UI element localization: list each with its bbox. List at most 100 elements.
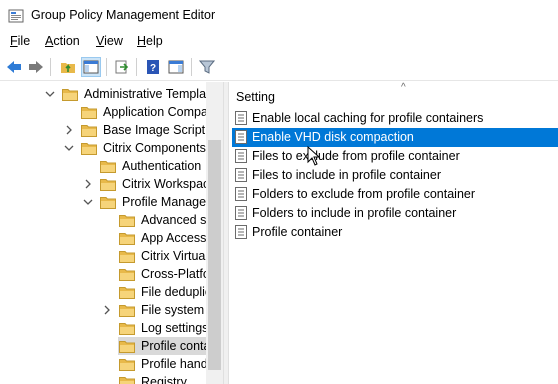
up-level-button[interactable] [58,57,78,77]
policy-setting-icon [235,130,247,144]
window-title: Group Policy Management Editor [31,8,216,22]
tree-item-label: Authentication [122,159,202,173]
tree-item-label: Citrix Virtual [141,249,209,263]
show-hide-tree-button[interactable] [81,57,101,77]
setting-row[interactable]: Enable VHD disk compaction [232,128,558,147]
folder-icon [81,143,97,155]
policy-setting-icon [235,168,247,182]
menu-file[interactable]: File [10,34,30,48]
setting-label: Files to include in profile container [252,168,441,182]
back-button[interactable] [4,57,24,77]
folder-icon [119,287,135,299]
tree-item-label: Profile Manager [122,195,211,209]
menu-help[interactable]: Help [137,34,163,48]
action-pane-button[interactable] [166,57,186,77]
toolbar-separator [191,58,192,76]
tree-item[interactable]: Authentication [0,157,206,175]
folder-icon [119,377,135,384]
tree-item[interactable]: Base Image Script F [0,121,216,139]
tree-item[interactable]: Citrix Workspace [0,175,216,193]
setting-label: Folders to include in profile container [252,206,457,220]
tree-item-label: Cross-Platfo [141,267,210,281]
scrollbar-thumb[interactable] [208,140,221,370]
tree-item[interactable]: Log settings [0,319,208,337]
tree-item[interactable]: Profile Manager [0,193,210,211]
policy-setting-icon [235,225,247,239]
help-book-icon: ? [147,60,159,74]
folder-icon [119,215,135,227]
chevron-down-icon[interactable] [83,197,93,207]
policy-setting-icon [235,111,247,125]
up-folder-icon [61,63,75,73]
title-bar: Group Policy Management Editor [0,0,558,31]
filter-funnel-icon [199,60,215,74]
setting-label: Files to exclude from profile container [252,149,460,163]
tree-item-label: Citrix Components [103,141,206,155]
tree-item-label: Application Compa [103,105,208,119]
menu-bar: File Action View Help [0,31,558,53]
folder-icon [119,323,135,335]
tree-item[interactable]: Application Compa [0,103,208,121]
tree-item-label: Base Image Script F [103,123,217,137]
folder-icon [81,107,97,119]
folder-icon [119,233,135,245]
setting-row[interactable]: Files to include in profile container [232,166,558,185]
tree-vertical-scrollbar[interactable] [206,82,223,384]
menu-view[interactable]: View [96,34,123,48]
tree-item-label: App Access [141,231,207,245]
tree-item[interactable]: Administrative Templat [0,85,210,103]
properties-pane-icon [168,60,184,74]
sort-ascending-icon: ^ [401,82,406,93]
console-tree-icon [83,60,99,74]
folder-icon [62,89,78,101]
svg-text:?: ? [150,63,156,74]
chevron-down-icon[interactable] [45,89,55,99]
tree-item[interactable]: Registry [0,373,206,384]
tree-item-label: Citrix Workspace [122,177,217,191]
filter-button[interactable] [197,57,217,77]
chevron-right-icon[interactable] [64,125,74,135]
chevron-right-icon[interactable] [83,179,93,189]
tree-item[interactable]: App Access [0,229,206,247]
setting-label: Profile container [252,225,343,239]
setting-row[interactable]: Profile container [232,223,558,242]
console-tree[interactable]: Administrative Templat Application Compa B… [0,82,222,384]
setting-label: Enable local caching for profile contain… [252,111,484,125]
toolbar: ? [0,53,558,81]
chevron-right-icon[interactable] [102,305,112,315]
tree-item[interactable]: Cross-Platfo [0,265,210,283]
folder-icon [119,269,135,281]
forward-arrow-icon [29,61,43,73]
setting-column-header[interactable]: ^ Setting [229,82,558,108]
help-button[interactable]: ? [143,57,163,77]
setting-row[interactable]: Folders to include in profile container [232,204,558,223]
tree-item-label: Advanced se [141,213,214,227]
tree-item[interactable]: File system [0,301,206,319]
folder-icon [100,179,116,191]
forward-button[interactable] [26,57,46,77]
setting-label: Enable VHD disk compaction [252,130,414,144]
toolbar-separator [106,58,107,76]
policy-setting-icon [235,149,247,163]
back-arrow-icon [7,61,21,73]
toolbar-separator [50,58,51,76]
chevron-down-icon[interactable] [64,143,74,153]
setting-row[interactable]: Files to exclude from profile container [232,147,558,166]
folder-icon [119,359,135,371]
tree-item[interactable]: Citrix Virtual [0,247,209,265]
tree-item[interactable]: Advanced se [0,211,213,229]
tree-item[interactable]: Citrix Components [0,139,206,157]
tree-item-label: File system [141,303,205,317]
tree-item[interactable]: File deduplic [0,283,211,301]
folder-icon [119,341,135,353]
settings-list: ^ Setting Enable local caching for profi… [229,82,558,384]
menu-action[interactable]: Action [45,34,80,48]
setting-row[interactable]: Enable local caching for profile contain… [232,109,558,128]
tree-item-label: Profile conta [141,339,211,353]
tree-item[interactable]: Profile hand [0,355,208,373]
tree-item-label: Profile hand [141,357,208,371]
setting-row[interactable]: Folders to exclude from profile containe… [232,185,558,204]
tree-item[interactable]: Profile conta [0,337,210,355]
tree-item-label: Administrative Templat [84,87,210,101]
export-list-button[interactable] [112,57,132,77]
